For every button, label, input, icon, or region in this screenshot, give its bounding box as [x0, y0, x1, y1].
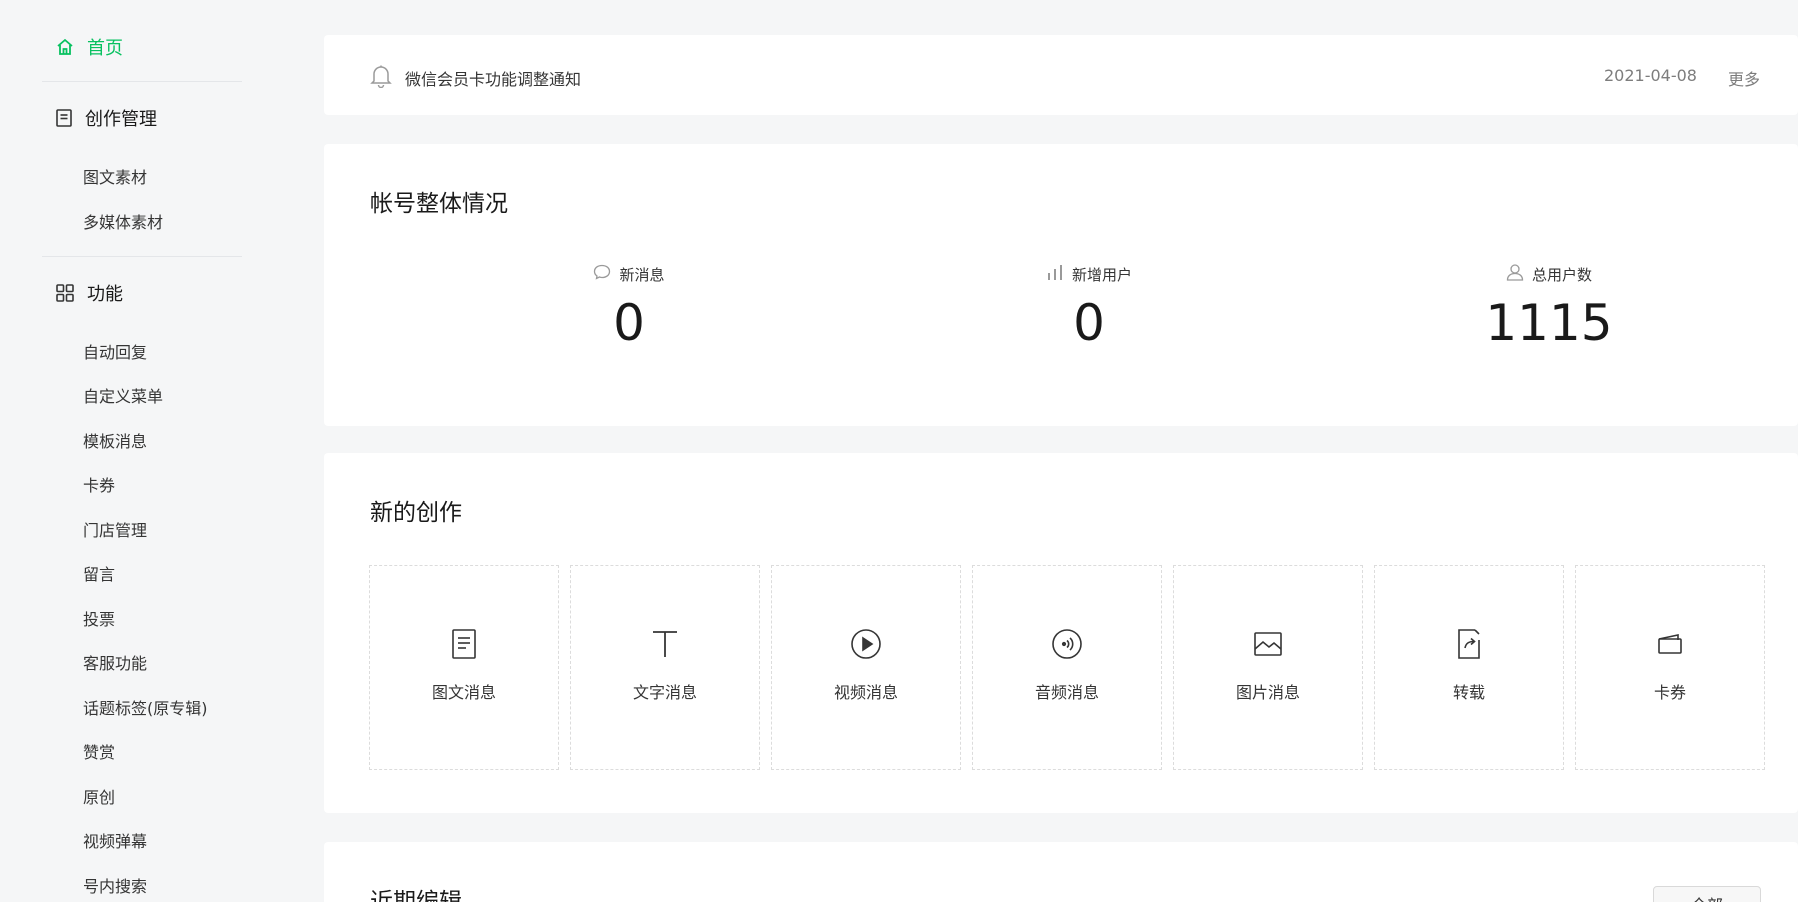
all-button[interactable]: 全部 [1653, 886, 1761, 902]
section-title: 近期编辑 [370, 889, 462, 902]
stat-total-users[interactable]: 总用户数 1115 [1399, 264, 1699, 348]
tile-label: 转载 [1452, 683, 1485, 702]
sidebar-group-creation[interactable]: 创作管理 [55, 105, 157, 131]
recent-card: 近期编辑 全部 [324, 842, 1798, 902]
sidebar-item-comments[interactable]: 留言 [83, 561, 115, 585]
more-link[interactable]: 更多 [1728, 66, 1760, 90]
article-icon [451, 626, 477, 662]
divider [42, 81, 242, 82]
stat-value: 1115 [1485, 294, 1613, 352]
user-icon [1506, 263, 1524, 285]
sidebar-item-home[interactable]: 首页 [55, 34, 123, 60]
sidebar-item-label: 首页 [87, 38, 123, 59]
bell-icon [370, 64, 392, 92]
audio-icon [1051, 626, 1083, 662]
bar-chart-icon [1046, 263, 1064, 285]
sidebar-group-label: 创作管理 [85, 109, 157, 130]
create-text-button[interactable]: 文字消息 [570, 565, 760, 770]
sidebar-item-custom-menu[interactable]: 自定义菜单 [83, 383, 163, 407]
tile-label: 视频消息 [833, 683, 898, 702]
tile-label: 音频消息 [1034, 683, 1099, 702]
create-coupon-button[interactable]: 卡券 [1575, 565, 1765, 770]
sidebar-item-template-message[interactable]: 模板消息 [83, 428, 147, 452]
video-icon [850, 626, 882, 662]
stat-new-messages[interactable]: 新消息 0 [479, 264, 779, 348]
create-audio-button[interactable]: 音频消息 [972, 565, 1162, 770]
tile-label: 图文消息 [431, 683, 496, 702]
tile-label: 卡券 [1653, 683, 1686, 702]
section-title: 新的创作 [370, 500, 462, 526]
stat-label: 新增用户 [1071, 265, 1132, 284]
grid-icon [55, 283, 75, 303]
sidebar-item-video-danmaku[interactable]: 视频弹幕 [83, 828, 147, 852]
create-video-button[interactable]: 视频消息 [771, 565, 961, 770]
notice-link[interactable]: 微信会员卡功能调整通知 [405, 66, 581, 90]
sidebar-item-auto-reply[interactable]: 自动回复 [83, 339, 147, 363]
repost-icon [1455, 626, 1483, 662]
create-tiles: 图文消息 文字消息 视频消息 音频消息 图片消息 转载 卡券 [369, 565, 1765, 770]
stat-value: 0 [613, 294, 645, 352]
section-title: 帐号整体情况 [370, 191, 508, 217]
tile-label: 图片消息 [1235, 683, 1300, 702]
create-card: 新的创作 图文消息 文字消息 视频消息 音频消息 图片消息 转载 卡券 [324, 453, 1798, 813]
sidebar-item-coupon[interactable]: 卡券 [83, 472, 115, 496]
stat-value: 0 [1073, 294, 1105, 352]
sidebar-group-label: 功能 [87, 284, 123, 305]
sidebar-item-customer-service[interactable]: 客服功能 [83, 650, 147, 674]
coupon-icon [1656, 626, 1684, 662]
sidebar: 首页 创作管理 图文素材 多媒体素材 功能 自动回复 自定义菜单 模板消息 卡券… [0, 0, 290, 902]
image-icon [1253, 626, 1283, 662]
sidebar-item-original[interactable]: 原创 [83, 784, 115, 808]
divider [42, 256, 242, 257]
create-image-button[interactable]: 图片消息 [1173, 565, 1363, 770]
tile-label: 文字消息 [632, 683, 697, 702]
notice-date: 2021-04-08 [1604, 66, 1697, 85]
sidebar-group-functions[interactable]: 功能 [55, 280, 123, 306]
document-icon [55, 108, 73, 128]
sidebar-item-reward[interactable]: 赞赏 [83, 739, 115, 763]
sidebar-item-in-account-search[interactable]: 号内搜索 [83, 873, 147, 897]
home-icon [55, 37, 75, 57]
sidebar-item-topic-tags[interactable]: 话题标签(原专辑) [83, 695, 208, 719]
sidebar-item-vote[interactable]: 投票 [83, 606, 115, 630]
sidebar-item-store-management[interactable]: 门店管理 [83, 517, 147, 541]
sidebar-item-article-material[interactable]: 图文素材 [83, 164, 147, 188]
overview-card: 帐号整体情况 新消息 0 新增用户 0 总用户数 1115 [324, 144, 1798, 426]
notice-card: 微信会员卡功能调整通知 2021-04-08 更多 [324, 35, 1798, 115]
create-article-button[interactable]: 图文消息 [369, 565, 559, 770]
stat-label: 总用户数 [1531, 265, 1592, 284]
create-repost-button[interactable]: 转载 [1374, 565, 1564, 770]
message-icon [593, 264, 611, 284]
text-icon [651, 626, 679, 662]
stat-label: 新消息 [619, 265, 665, 284]
stat-new-users[interactable]: 新增用户 0 [939, 264, 1239, 348]
sidebar-item-media-material[interactable]: 多媒体素材 [83, 209, 163, 233]
